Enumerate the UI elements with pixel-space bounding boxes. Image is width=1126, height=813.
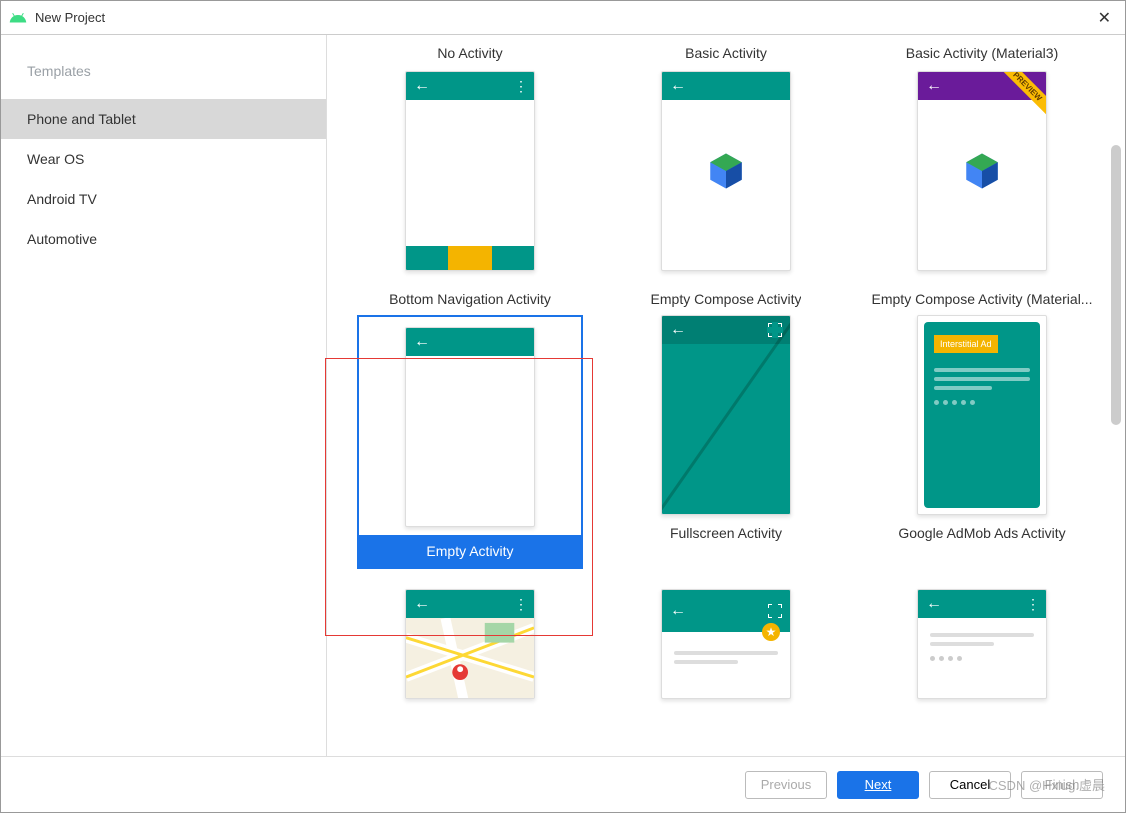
scrollbar[interactable]: [1111, 145, 1121, 425]
template-preview: ←⋮: [405, 589, 535, 699]
template-label: Google AdMob Ads Activity: [898, 525, 1065, 541]
template-preview: ← PREVIEW: [917, 71, 1047, 271]
sidebar-item-android-tv[interactable]: Android TV: [1, 179, 326, 219]
titlebar: New Project ✕: [1, 1, 1125, 35]
template-label: Fullscreen Activity: [670, 525, 782, 541]
finish-button: Finish: [1021, 771, 1103, 799]
template-panel: No Activity ←⋮ Basic Activity ← Basic Ac…: [327, 35, 1125, 756]
close-icon[interactable]: ✕: [1092, 8, 1117, 28]
template-preview: ←: [661, 71, 791, 271]
back-arrow-icon: ←: [670, 321, 686, 339]
cancel-button[interactable]: Cancel: [929, 771, 1011, 799]
sidebar-item-automotive[interactable]: Automotive: [1, 219, 326, 259]
compose-logo-icon: [961, 150, 1003, 192]
template-preview: Interstitial Ad: [917, 315, 1047, 515]
window-title: New Project: [35, 10, 1092, 25]
template-preview: ←⋮: [917, 589, 1047, 699]
template-empty-compose[interactable]: Empty Compose Activity: [613, 291, 839, 317]
template-bottom-navigation[interactable]: Bottom Navigation Activity: [357, 291, 583, 317]
sidebar: Templates Phone and Tablet Wear OS Andro…: [1, 35, 327, 756]
sidebar-item-phone-tablet[interactable]: Phone and Tablet: [1, 99, 326, 139]
fullscreen-icon: [768, 604, 782, 618]
template-label: Empty Compose Activity (Material...: [872, 291, 1093, 307]
template-drawer-activity[interactable]: ←⋮: [869, 589, 1095, 699]
back-arrow-icon: ←: [926, 595, 942, 613]
template-maps-activity[interactable]: ←⋮: [357, 589, 583, 699]
template-label: Bottom Navigation Activity: [389, 291, 551, 307]
previous-button: Previous: [745, 771, 827, 799]
back-arrow-icon: ←: [414, 333, 430, 351]
template-basic-activity[interactable]: Basic Activity ←: [613, 45, 839, 271]
sidebar-item-wear-os[interactable]: Wear OS: [1, 139, 326, 179]
back-arrow-icon: ←: [670, 602, 686, 620]
template-label: Empty Compose Activity: [651, 291, 802, 307]
overflow-icon: ⋮: [1026, 596, 1038, 613]
template-label: Basic Activity: [685, 45, 767, 61]
fullscreen-icon: [768, 323, 782, 337]
compose-logo-icon: [705, 150, 747, 192]
sidebar-heading: Templates: [1, 63, 326, 99]
overflow-icon: ⋮: [514, 596, 526, 613]
fab-star-icon: ★: [762, 623, 780, 641]
wizard-footer: Previous Next Cancel Finish: [1, 756, 1125, 812]
back-arrow-icon: ←: [670, 77, 686, 95]
overflow-icon: ⋮: [514, 78, 526, 95]
template-admob-activity[interactable]: Interstitial Ad Google AdMob Ads Activit…: [869, 315, 1095, 569]
template-label: Basic Activity (Material3): [906, 45, 1058, 61]
template-label: No Activity: [437, 45, 502, 61]
interstitial-ad-badge: Interstitial Ad: [934, 335, 998, 353]
template-empty-activity[interactable]: ← Empty Activity: [357, 315, 583, 569]
template-preview: ←: [405, 327, 535, 527]
template-no-activity[interactable]: No Activity ←⋮: [357, 45, 583, 271]
next-button[interactable]: Next: [837, 771, 919, 799]
template-login-activity[interactable]: ← ★: [613, 589, 839, 699]
android-icon: [9, 9, 27, 27]
back-arrow-icon: ←: [926, 77, 942, 95]
back-arrow-icon: ←: [414, 77, 430, 95]
template-preview: ← ★: [661, 589, 791, 699]
template-preview: ←⋮: [405, 71, 535, 271]
template-label: Empty Activity: [359, 535, 581, 567]
template-preview: ←: [661, 315, 791, 515]
template-fullscreen-activity[interactable]: ← Fullscreen Activity: [613, 315, 839, 569]
template-empty-compose-m3[interactable]: Empty Compose Activity (Material...: [869, 291, 1095, 317]
template-basic-activity-m3[interactable]: Basic Activity (Material3) ← PREVIEW: [869, 45, 1095, 271]
back-arrow-icon: ←: [414, 595, 430, 613]
